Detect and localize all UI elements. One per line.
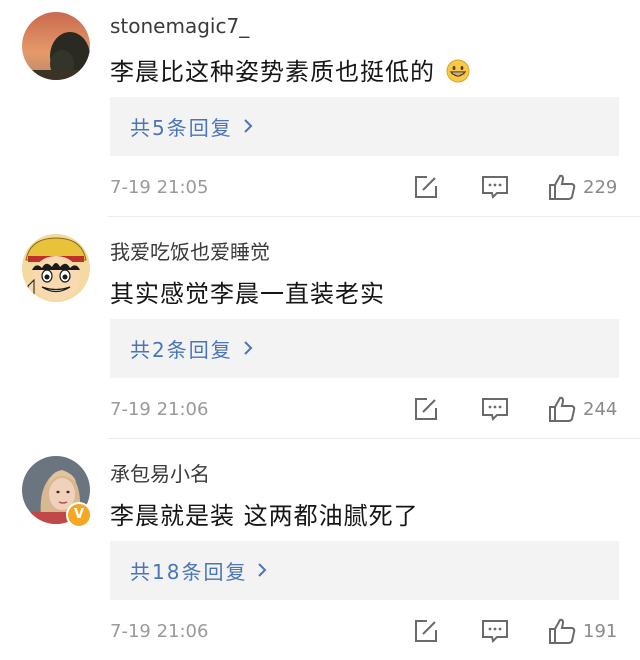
timestamp: 7-19 21:06 xyxy=(110,621,209,642)
timestamp: 7-19 21:06 xyxy=(110,399,209,420)
thumbs-up-icon xyxy=(549,618,576,644)
replies-label: 共5条回复 xyxy=(130,116,233,140)
like-count: 191 xyxy=(583,620,618,642)
view-replies-button[interactable]: 共5条回复 xyxy=(110,97,619,156)
like-button[interactable]: 244 xyxy=(547,394,617,424)
comment-item: V 承包易小名 李晨就是装 这两都油腻死了 共18条回复 7-19 21:06 … xyxy=(0,444,640,660)
comment-item: stonemagic7_ 李晨比这种姿势素质也挺低的 共5条回复 7-19 21… xyxy=(0,0,640,216)
edit-share-icon xyxy=(415,620,437,642)
username[interactable]: 我爱吃饭也爱睡觉 xyxy=(110,236,270,265)
thumbs-up-icon xyxy=(549,174,576,200)
replies-label: 共18条回复 xyxy=(130,560,248,584)
repost-button[interactable] xyxy=(413,174,439,200)
view-replies-button[interactable]: 共18条回复 xyxy=(110,541,619,600)
comment-text: 李晨比这种姿势素质也挺低的 xyxy=(110,52,470,89)
divider xyxy=(108,216,640,217)
like-count: 229 xyxy=(583,176,618,198)
chat-bubble-icon xyxy=(482,398,508,421)
repost-button[interactable] xyxy=(413,396,439,422)
comment-text: 李晨就是装 这两都油腻死了 xyxy=(110,502,419,530)
avatar[interactable] xyxy=(22,234,90,302)
chat-bubble-icon xyxy=(482,620,508,643)
verified-badge: V xyxy=(66,502,92,528)
username[interactable]: stonemagic7_ xyxy=(110,14,249,38)
edit-share-icon xyxy=(415,398,437,420)
chevron-right-icon xyxy=(243,337,253,361)
comment-item: 我爱吃饭也爱睡觉 其实感觉李晨一直装老实 共2条回复 7-19 21:06 24… xyxy=(0,222,640,438)
comment-text-content: 李晨比这种姿势素质也挺低的 xyxy=(110,58,435,86)
thumbs-up-icon xyxy=(549,396,576,422)
chevron-right-icon xyxy=(257,559,267,583)
comment-text: 其实感觉李晨一直装老实 xyxy=(110,280,385,308)
like-button[interactable]: 191 xyxy=(547,616,617,646)
comment-button[interactable] xyxy=(481,618,509,644)
timestamp: 7-19 21:05 xyxy=(110,177,209,198)
comment-button[interactable] xyxy=(481,396,509,422)
avatar[interactable] xyxy=(22,12,90,80)
comment-button[interactable] xyxy=(481,174,509,200)
chevron-right-icon xyxy=(243,115,253,139)
divider xyxy=(108,438,640,439)
edit-share-icon xyxy=(415,176,437,198)
username[interactable]: 承包易小名 xyxy=(110,458,210,487)
like-count: 244 xyxy=(583,398,618,420)
view-replies-button[interactable]: 共2条回复 xyxy=(110,319,619,378)
like-button[interactable]: 229 xyxy=(547,172,617,202)
grinning-face-icon xyxy=(446,59,470,89)
replies-label: 共2条回复 xyxy=(130,338,233,362)
chat-bubble-icon xyxy=(482,176,508,199)
repost-button[interactable] xyxy=(413,618,439,644)
